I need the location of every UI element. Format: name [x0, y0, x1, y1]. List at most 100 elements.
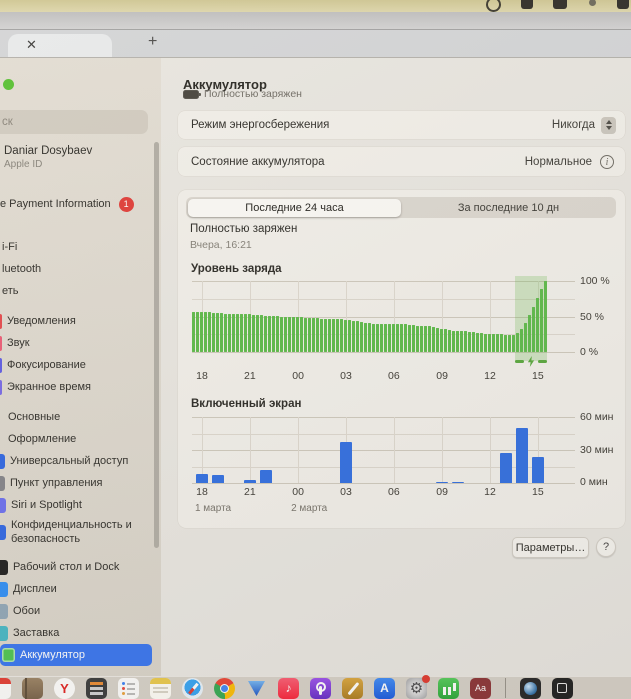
gold-pencil-app-icon[interactable] [342, 678, 363, 699]
battery-pane: Аккумулятор Полностью заряжен Режим энер… [161, 57, 631, 676]
tab-last-24-hours[interactable]: Последние 24 часа [188, 198, 401, 217]
battery-level-bar [544, 281, 547, 352]
sidebar-item[interactable]: Оформление [0, 428, 155, 450]
battery-level-bar [424, 326, 427, 352]
sidebar-item-label: Экранное время [7, 381, 91, 393]
battery-level-bar [464, 331, 467, 352]
sidebar-item[interactable]: Фокусирование [0, 354, 155, 376]
sidebar-item[interactable]: Универсальный доступ [0, 450, 155, 472]
calendar-icon[interactable] [0, 678, 11, 699]
battery-level-bar [280, 316, 283, 352]
green-stats-app-icon[interactable] [438, 678, 459, 699]
sidebar-scrollbar[interactable] [154, 142, 159, 548]
sidebar-item[interactable]: еть [0, 280, 155, 302]
reminders-icon[interactable] [118, 678, 139, 699]
sidebar-item-label: Основные [8, 411, 61, 423]
app-store-icon[interactable]: A [374, 678, 395, 699]
close-tab-icon[interactable]: ✕ [26, 37, 37, 53]
calculator-icon[interactable] [86, 678, 107, 699]
app-icon-sliver [0, 475, 5, 491]
battery-level-bar [228, 313, 231, 352]
sidebar-item[interactable]: Пункт управления [0, 472, 155, 494]
status-round-icon[interactable] [486, 0, 501, 12]
system-settings-icon[interactable]: ⚙ [406, 675, 430, 699]
battery-level-bar [380, 323, 383, 352]
chrome-icon[interactable] [214, 678, 235, 699]
charge-dash [515, 360, 525, 363]
battery-level-bar [472, 332, 475, 352]
sidebar-item[interactable]: luetooth [0, 258, 155, 280]
battery-level-bar [444, 329, 447, 352]
sidebar-item-label: Пункт управления [10, 477, 103, 489]
battery-level-bar [504, 334, 507, 352]
screen-on-bar [436, 481, 449, 483]
status-dot-icon[interactable] [589, 0, 596, 6]
safari-icon[interactable] [182, 678, 203, 699]
sidebar-nav: i-Fi luetooth еть Уведомления Звук Фокусирова… [0, 236, 155, 666]
new-tab-button[interactable]: + [148, 33, 157, 51]
sidebar-item-battery[interactable]: Аккумулятор [0, 644, 152, 666]
screen-on-bar [452, 481, 465, 483]
battery-level-bar [508, 334, 511, 352]
app-icon-sliver [0, 453, 5, 469]
battery-level-bar [376, 323, 379, 352]
browser-tab[interactable]: ✕ [8, 34, 112, 57]
battery-level-bar [500, 334, 503, 352]
podcasts-icon[interactable] [310, 678, 331, 699]
sidebar-item[interactable]: Siri и Spotlight [0, 494, 155, 516]
sidebar-item-payment[interactable]: e Payment Information 1 [0, 195, 150, 213]
lens-app-icon[interactable] [520, 678, 541, 699]
battery-level-bar [324, 318, 327, 352]
dictionary-icon[interactable]: Aa [470, 678, 491, 699]
battery-level-bar [456, 330, 459, 352]
window-control-green[interactable] [3, 79, 14, 90]
sidebar-item[interactable]: Экранное время [0, 376, 155, 398]
app-icon-sliver [0, 625, 8, 641]
info-icon[interactable]: i [600, 154, 614, 169]
sidebar-item[interactable]: Заставка [0, 622, 155, 644]
menu-bar [0, 0, 631, 12]
battery-level-x-axis: 18 21 00 03 06 09 12 15 [192, 370, 575, 382]
battery-level-bar [292, 317, 295, 352]
screen-on-bar [340, 442, 353, 483]
yandex-browser-icon[interactable]: Y [54, 678, 75, 699]
battery-level-bar [532, 306, 535, 352]
screen-on-x-axis: 18 21 00 03 06 09 12 15 [192, 486, 575, 498]
status-app-icon[interactable] [521, 0, 533, 9]
tab-last-10-days[interactable]: За последние 10 дн [401, 197, 616, 218]
sidebar-item[interactable]: Обои [0, 600, 155, 622]
chart-title-battery-level: Уровень заряда [191, 263, 282, 275]
contacts-icon[interactable] [22, 678, 43, 699]
search-input[interactable]: ск [0, 110, 148, 134]
gridline [201, 417, 203, 483]
sidebar-item[interactable]: Звук [0, 332, 155, 354]
sidebar-profile[interactable]: Daniar Dosybaev Apple ID [4, 145, 92, 170]
sidebar-item-label: Универсальный доступ [10, 455, 129, 467]
status-edge-icon[interactable] [617, 0, 629, 9]
sidebar-item[interactable]: Конфиденциальность и безопасность [0, 516, 155, 548]
sidebar-item[interactable]: Уведомления [0, 310, 155, 332]
options-button[interactable]: Параметры… [512, 537, 589, 558]
status-dual-icon[interactable] [553, 0, 567, 9]
stepper-control[interactable] [601, 116, 616, 134]
battery-level-bar [436, 327, 439, 352]
sidebar-item-label: Заставка [13, 627, 60, 639]
battery-level-bar [420, 325, 423, 352]
battery-level-bar [488, 333, 491, 352]
sidebar-item[interactable]: Дисплеи [0, 578, 155, 600]
screenshot-app-icon[interactable] [552, 678, 573, 699]
notes-icon[interactable] [150, 678, 171, 699]
sidebar-item[interactable]: i-Fi [0, 236, 155, 258]
x-tick-label: 18 [196, 370, 208, 382]
music-icon[interactable]: ♪ [278, 678, 299, 699]
battery-level-bar [408, 325, 411, 352]
sidebar-item[interactable]: Основные [0, 406, 155, 428]
sidebar-item[interactable]: Рабочий стол и Dock [0, 556, 155, 578]
blue-triangle-app-icon[interactable] [246, 678, 267, 699]
battery-level-bar [372, 323, 375, 352]
battery-level-bar [440, 328, 443, 352]
battery-level-bar [204, 312, 207, 352]
help-button[interactable]: ? [596, 537, 616, 557]
